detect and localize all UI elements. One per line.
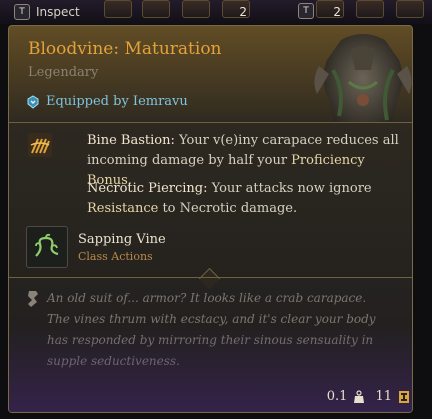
action-text: Sapping Vine Class Actions xyxy=(78,232,166,263)
inventory-strip: T Inspect 2 T 2 xyxy=(0,0,432,24)
inspect-label: Inspect xyxy=(36,5,80,19)
action-type: Class Actions xyxy=(78,249,153,263)
ability-keyword[interactable]: Resistance xyxy=(87,201,158,216)
lore-icon xyxy=(28,291,38,307)
slot-count: 2 xyxy=(239,5,247,19)
equipped-icon xyxy=(27,94,39,109)
item-stats: 0.1 11 xyxy=(327,389,410,404)
action-icon-frame[interactable] xyxy=(26,226,68,268)
weight-icon xyxy=(354,389,365,403)
inventory-slot[interactable]: 2 xyxy=(316,0,344,19)
gold-icon xyxy=(399,390,409,403)
t-key: T xyxy=(298,3,314,19)
weight-value: 0.1 xyxy=(326,389,348,404)
granted-action[interactable]: Sapping Vine Class Actions xyxy=(26,226,166,268)
value-stat: 11 xyxy=(375,389,410,404)
lore-divider xyxy=(9,277,412,278)
gold-value: 11 xyxy=(375,389,392,404)
action-name: Sapping Vine xyxy=(78,231,166,247)
weight-stat: 0.1 xyxy=(327,389,366,404)
lore-text: An old suit of... armor? It looks like a… xyxy=(47,291,376,368)
inventory-slot[interactable]: 2 xyxy=(222,0,250,19)
inventory-slot[interactable] xyxy=(104,0,132,18)
inventory-slot[interactable] xyxy=(182,0,210,18)
equipped-label: Equipped by Iemravu xyxy=(46,94,188,109)
inspect-key: T xyxy=(14,4,30,20)
inventory-slot[interactable] xyxy=(356,0,384,18)
item-rarity: Legendary xyxy=(28,65,99,80)
ability-text: Your attacks now ignore xyxy=(207,181,372,196)
vine-action-icon xyxy=(35,233,59,257)
slot-count: 2 xyxy=(333,5,341,19)
ability-text-end: to Necrotic damage. xyxy=(158,201,298,216)
ability-name: Necrotic Piercing: xyxy=(87,181,208,196)
passive-icon xyxy=(28,133,52,157)
ability-name: Bine Bastion: xyxy=(87,133,175,148)
inspect-prompt[interactable]: T Inspect xyxy=(14,4,80,20)
ability-necrotic-piercing: Necrotic Piercing: Your attacks now igno… xyxy=(87,179,405,219)
inventory-slot[interactable] xyxy=(396,0,424,18)
item-name: Bloodvine: Maturation xyxy=(28,39,222,59)
equipped-status: Equipped by Iemravu xyxy=(26,94,188,109)
inventory-slot[interactable] xyxy=(142,0,170,18)
